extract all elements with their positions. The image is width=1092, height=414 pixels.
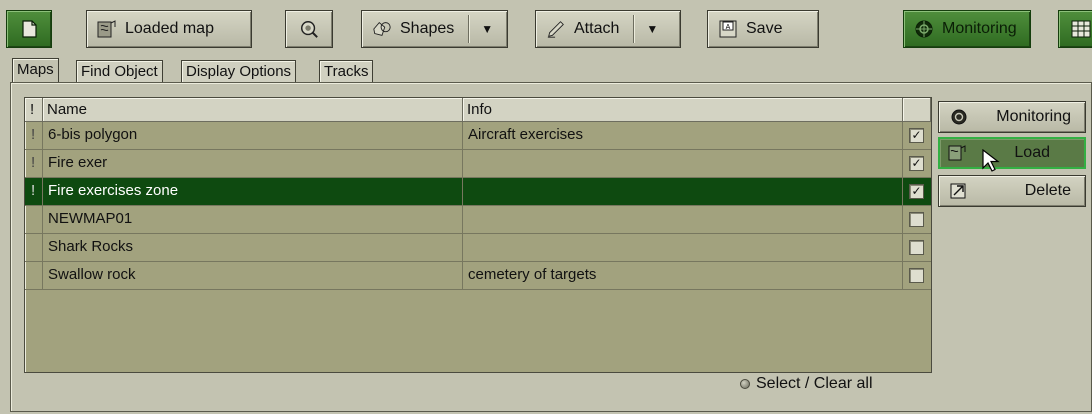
column-header-label: Name	[47, 101, 88, 118]
search-map-button[interactable]	[285, 10, 333, 48]
monitoring-icon	[914, 19, 934, 39]
row-name: NEWMAP01	[43, 206, 463, 233]
loaded-map-label: Loaded map	[125, 20, 214, 37]
monitoring-button-label: Monitoring	[996, 108, 1071, 125]
select-clear-all-label: Select / Clear all	[756, 375, 873, 392]
column-header-label: Info	[467, 101, 493, 118]
table-row[interactable]: ! Fire exer ✓	[25, 150, 931, 178]
column-header-name[interactable]: Name	[43, 98, 463, 122]
row-name: Swallow rock	[43, 262, 463, 289]
row-checkbox[interactable]	[909, 268, 924, 283]
row-name: Fire exercises zone	[43, 178, 463, 205]
row-checkbox[interactable]	[909, 240, 924, 255]
tab-label: Display Options	[186, 63, 292, 80]
tab-label: Find Object	[81, 63, 158, 80]
shapes-dropdown[interactable]: Shapes ▼	[361, 10, 508, 48]
table-row[interactable]: ! 6-bis polygon Aircraft exercises ✓	[25, 122, 931, 150]
row-info	[463, 178, 903, 205]
row-mark	[25, 206, 43, 233]
table-row[interactable]: Shark Rocks	[25, 234, 931, 262]
new-map-button[interactable]	[6, 10, 52, 48]
row-mark	[25, 234, 43, 261]
table-row[interactable]: NEWMAP01	[25, 206, 931, 234]
row-info: cemetery of targets	[463, 262, 903, 289]
tab-display-options[interactable]: Display Options	[181, 60, 297, 82]
separator	[633, 15, 635, 43]
column-header-label: !	[30, 101, 35, 118]
table-row[interactable]: Swallow rock cemetery of targets	[25, 262, 931, 290]
tab-label: Maps	[17, 61, 54, 78]
search-map-icon	[299, 19, 319, 39]
row-checkbox[interactable]: ✓	[909, 128, 924, 143]
row-checkbox[interactable]: ✓	[909, 156, 924, 171]
mouse-cursor-icon	[982, 148, 1000, 178]
loaded-map-icon	[97, 19, 117, 39]
row-checkbox[interactable]: ✓	[909, 184, 924, 199]
new-map-icon	[19, 19, 39, 39]
row-name: Fire exer	[43, 150, 463, 177]
tab-tracks[interactable]: Tracks	[319, 60, 374, 82]
delete-button[interactable]: Delete	[938, 175, 1086, 207]
attach-icon	[546, 19, 566, 39]
tab-label: Tracks	[324, 63, 369, 80]
tab-maps[interactable]: Maps	[12, 58, 59, 83]
maps-table: ! Name Info ! 6-bis polygon Aircraft exe…	[24, 97, 932, 373]
load-icon	[948, 143, 968, 163]
table-view-button[interactable]	[1058, 10, 1092, 48]
row-checkbox[interactable]	[909, 212, 924, 227]
column-header-mark[interactable]: !	[25, 98, 43, 122]
monitoring-icon	[949, 107, 969, 127]
chevron-down-icon[interactable]: ▼	[481, 22, 493, 36]
select-clear-all-button[interactable]: Select / Clear all	[740, 375, 873, 393]
delete-button-label: Delete	[1024, 182, 1071, 199]
column-header-check[interactable]	[903, 98, 931, 122]
shapes-icon	[372, 19, 392, 39]
column-header-info[interactable]: Info	[463, 98, 903, 122]
monitoring-button[interactable]: Monitoring	[938, 101, 1086, 133]
save-button[interactable]: A Save	[707, 10, 819, 48]
row-name: Shark Rocks	[43, 234, 463, 261]
chevron-down-icon[interactable]: ▼	[646, 22, 658, 36]
row-info	[463, 150, 903, 177]
row-mark	[25, 262, 43, 289]
loaded-map-button[interactable]: Loaded map	[86, 10, 252, 48]
save-icon: A	[718, 19, 738, 39]
monitoring-toolbar-button[interactable]: Monitoring	[903, 10, 1031, 48]
svg-text:A: A	[726, 24, 731, 31]
load-button[interactable]: Load	[938, 137, 1086, 172]
delete-icon	[949, 181, 969, 201]
row-info	[463, 234, 903, 261]
table-row-selected[interactable]: ! Fire exercises zone ✓	[25, 178, 931, 206]
attach-label: Attach	[574, 20, 620, 37]
attach-dropdown[interactable]: Attach ▼	[535, 10, 681, 48]
row-mark: !	[25, 178, 43, 205]
monitoring-toolbar-label: Monitoring	[942, 20, 1017, 37]
separator	[468, 15, 470, 43]
shapes-label: Shapes	[400, 20, 455, 37]
row-info: Aircraft exercises	[463, 122, 903, 149]
row-mark: !	[25, 122, 43, 149]
row-name: 6-bis polygon	[43, 122, 463, 149]
row-mark: !	[25, 150, 43, 177]
radio-dot-icon	[740, 379, 750, 389]
tab-find-object[interactable]: Find Object	[76, 60, 163, 82]
load-button-label: Load	[1014, 144, 1050, 161]
save-label: Save	[746, 20, 783, 37]
row-info	[463, 206, 903, 233]
table-icon	[1071, 19, 1091, 39]
